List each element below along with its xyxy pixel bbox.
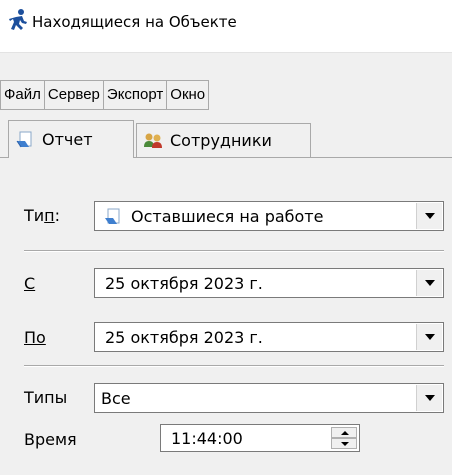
types-select[interactable]: Все [94,383,444,413]
report-panel: Тип: Оставшиеся на работе С 25 октября 2… [0,158,452,475]
title-bar: Находящиеся на Объекте [0,0,452,53]
spin-up-button[interactable] [331,427,357,438]
chevron-down-icon [425,213,435,219]
tab-employees[interactable]: Сотрудники [136,123,311,157]
separator [24,365,444,367]
time-label: Время [24,430,77,449]
tab-report[interactable]: Отчет [8,120,134,158]
menu-bar: Файл Сервер Экспорт Окно [0,80,210,112]
date-to-picker[interactable]: 25 октября 2023 г. [94,322,444,352]
separator [24,250,444,252]
report-icon [16,131,32,147]
spin-down-button[interactable] [331,438,357,449]
from-label: С [24,274,36,293]
dropdown-button[interactable] [416,270,442,296]
time-value: 11:44:00 [171,429,243,448]
chevron-down-icon [425,280,435,286]
tab-strip: Отчет Сотрудники [0,120,452,160]
types-label: Типы [24,388,68,407]
types-value: Все [101,389,131,408]
menu-window[interactable]: Окно [166,80,210,110]
chevron-down-icon [425,334,435,340]
chevron-down-icon [425,395,435,401]
menu-export[interactable]: Экспорт [102,80,167,110]
menu-file[interactable]: Файл [0,80,44,110]
window-title: Находящиеся на Объекте [32,13,237,31]
date-to-value: 25 октября 2023 г. [105,328,263,347]
dropdown-button[interactable] [416,203,442,229]
date-from-picker[interactable]: 25 октября 2023 г. [94,268,444,298]
report-icon [105,208,120,224]
dropdown-button[interactable] [416,324,442,350]
employees-icon [144,133,162,148]
tab-employees-label: Сотрудники [170,131,272,150]
type-label: Тип: [24,206,61,225]
menu-server[interactable]: Сервер [43,80,103,110]
dropdown-button[interactable] [416,385,442,411]
running-person-icon [9,9,27,30]
date-from-value: 25 октября 2023 г. [105,274,263,293]
time-spinbox[interactable]: 11:44:00 [160,424,360,452]
to-label: По [24,328,46,347]
report-type-select[interactable]: Оставшиеся на работе [94,201,444,231]
spin-buttons [331,427,357,449]
report-type-value: Оставшиеся на работе [131,207,324,226]
tab-report-label: Отчет [42,130,93,149]
